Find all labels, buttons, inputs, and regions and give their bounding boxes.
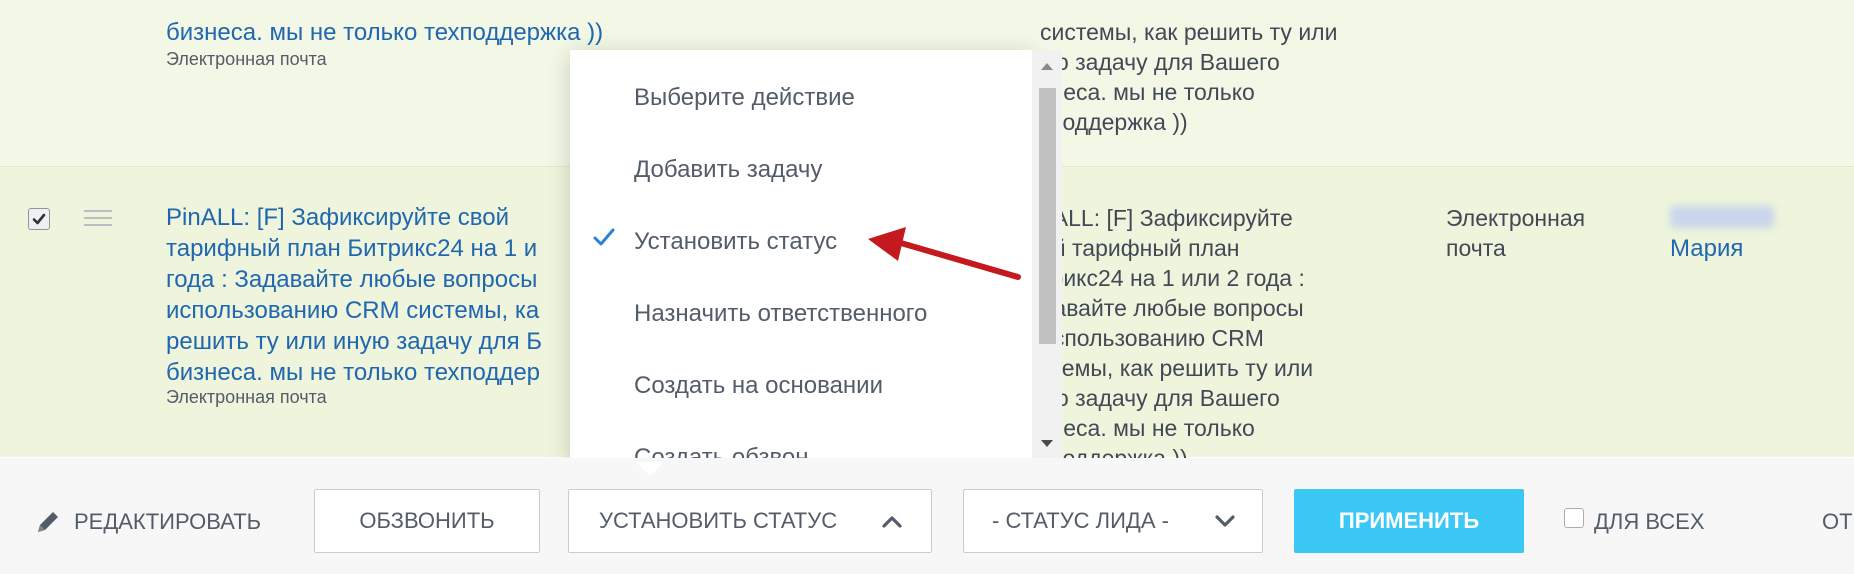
lead-title-link[interactable]: PinALL: [F] Зафиксируйте свой [166,202,509,233]
set-status-label: УСТАНОВИТЬ СТАТУС [599,508,838,533]
lead-source-label: Электронная почта [166,387,327,407]
responsible-link[interactable]: Мария [1670,233,1743,264]
lead-title-link[interactable]: бизнеса. мы не только техподдержка )) [166,17,603,48]
dropdown-pointer [636,462,664,476]
lead-title-link[interactable]: бизнеса. мы не только техподдер [166,357,540,388]
comment-line: стемы, как решить ту или [1040,355,1314,381]
row-checkbox[interactable] [28,208,50,230]
comment-line: кподдержка )) [1040,109,1188,135]
source-column-value: почта [1446,235,1506,261]
comment-line: давайте любые вопросы [1040,295,1304,321]
apply-button[interactable]: ПРИМЕНИТЬ [1294,489,1524,553]
edit-button[interactable]: РЕДАКТИРОВАТЬ [74,509,261,535]
dropdown-item-add-task[interactable]: Добавить задачу [634,156,822,184]
call-button[interactable]: ОБЗВОНИТЬ [314,489,540,553]
lead-status-label: - СТАТУС ЛИДА - [992,508,1169,533]
chevron-down-icon [1215,515,1235,527]
comment-line: nALL: [F] Зафиксируйте [1040,205,1293,231]
lead-title-link[interactable]: использованию CRM системы, ка [166,295,539,326]
comment-line: знеса. мы не только [1040,79,1255,105]
comment-line: ой тарифный план [1040,235,1240,261]
annotation-arrow-icon [868,227,1021,280]
dropdown-item-assign-responsible[interactable]: Назначить ответственного [634,300,927,328]
lead-title-link[interactable]: тарифный план Битрикс24 на 1 и [166,233,537,264]
dropdown-item-choose-action[interactable]: Выберите действие [634,84,855,112]
drag-handle-icon[interactable] [84,210,112,226]
checkmark-icon [32,213,46,225]
dropdown-item-set-status[interactable]: Установить статус [634,228,837,256]
scroll-up-arrow-icon[interactable] [1041,63,1053,70]
lead-title-link[interactable]: года : Задавайте любые вопросы [166,264,537,295]
blurred-surname [1670,206,1774,228]
pencil-icon[interactable] [34,508,62,536]
dropdown-item-create-based-on[interactable]: Создать на основании [634,372,883,400]
cancel-button-cut[interactable]: ОТ [1822,509,1853,535]
check-icon [593,228,615,246]
comment-line: системы, как решить ту или [1040,19,1338,45]
for-all-label: ДЛЯ ВСЕХ [1594,509,1705,534]
for-all-checkbox[interactable] [1564,508,1584,528]
lead-title-link[interactable]: решить ту или иную задачу для Б [166,326,542,357]
set-status-select[interactable]: УСТАНОВИТЬ СТАТУС [568,489,932,553]
comment-line: использованию CRM [1040,325,1264,351]
lead-source-label: Электронная почта [166,49,327,69]
comment-line: знеса. мы не только [1040,415,1255,441]
dropdown-scrollbar[interactable] [1032,50,1062,463]
scroll-thumb[interactable] [1039,88,1056,344]
scroll-down-arrow-icon[interactable] [1041,440,1053,447]
lead-status-select[interactable]: - СТАТУС ЛИДА - [963,489,1263,553]
source-column-value: Электронная [1446,205,1586,231]
comment-line: ую задачу для Вашего [1040,49,1280,75]
comment-line: ую задачу для Вашего [1040,385,1280,411]
chevron-up-icon [882,516,902,528]
comment-line: трикс24 на 1 или 2 года : [1040,265,1305,291]
